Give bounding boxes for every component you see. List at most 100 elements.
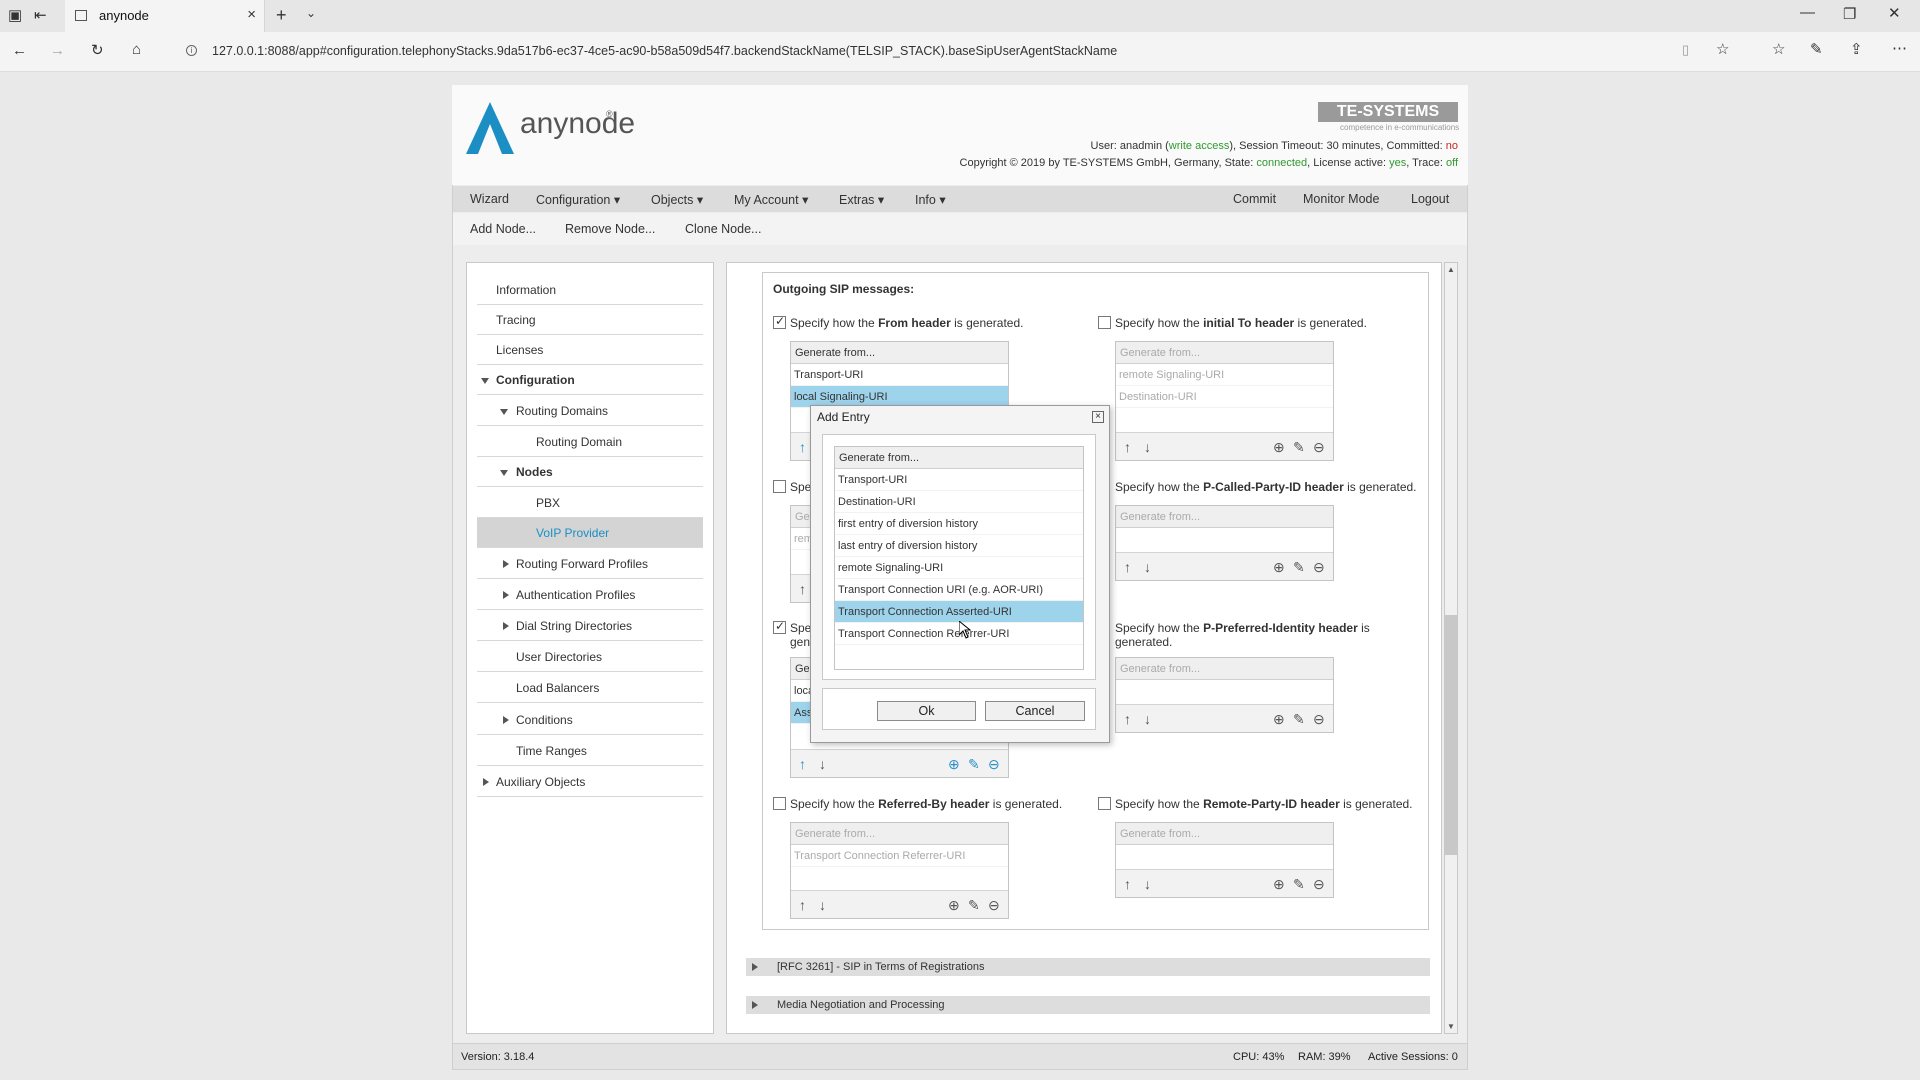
down-arrow-icon[interactable]: ↓	[819, 757, 826, 771]
up-arrow-icon[interactable]: ↑	[1124, 440, 1131, 454]
down-arrow-icon[interactable]: ↓	[819, 898, 826, 912]
pencil-icon[interactable]: ✎	[1293, 560, 1305, 574]
nav-dial-string-directories[interactable]: Dial String Directories	[477, 611, 703, 641]
plus-circle-icon[interactable]: ⊕	[948, 898, 960, 912]
menu-my-account[interactable]: My Account ▾	[734, 192, 808, 207]
referred-by-checkbox[interactable]	[773, 797, 786, 810]
down-arrow-icon[interactable]: ↓	[1144, 712, 1151, 726]
nav-pbx[interactable]: PBX	[477, 488, 703, 518]
nav-tracing[interactable]: Tracing	[477, 305, 703, 335]
nav-nodes[interactable]: Nodes	[477, 457, 703, 487]
down-arrow-icon[interactable]: ↓	[1144, 560, 1151, 574]
option-transport-connection-asserted-uri[interactable]: Transport Connection Asserted-URI	[835, 601, 1083, 623]
nav-routing-forward-profiles[interactable]: Routing Forward Profiles	[477, 549, 703, 579]
favorites-hub-icon[interactable]: ☆	[1772, 40, 1785, 58]
close-window-icon[interactable]: ✕	[1888, 4, 1901, 22]
tab-actions-icon[interactable]: ▣	[8, 6, 22, 24]
scroll-down-icon[interactable]: ▼	[1447, 1022, 1455, 1031]
clone-node-link[interactable]: Clone Node...	[685, 222, 761, 236]
more-menu-icon[interactable]: ⋯	[1892, 39, 1907, 57]
close-icon[interactable]: ×	[1092, 411, 1104, 423]
option-last-diversion[interactable]: last entry of diversion history	[835, 535, 1083, 557]
list-item[interactable]: Transport Connection Referrer-URI	[791, 845, 1008, 867]
forward-icon[interactable]: →	[50, 42, 65, 59]
nav-conditions[interactable]: Conditions	[477, 705, 703, 735]
plus-circle-icon[interactable]: ⊕	[1273, 712, 1285, 726]
option-remote-signaling-uri[interactable]: remote Signaling-URI	[835, 557, 1083, 579]
nav-user-directories[interactable]: User Directories	[477, 642, 703, 672]
up-arrow-icon[interactable]: ↑	[799, 757, 806, 771]
down-arrow-icon[interactable]: ↓	[1144, 877, 1151, 891]
up-arrow-icon[interactable]: ↑	[1124, 560, 1131, 574]
section-rfc3261[interactable]: [RFC 3261] - SIP in Terms of Registratio…	[746, 958, 1430, 976]
ok-button[interactable]: Ok	[877, 701, 976, 721]
refresh-icon[interactable]: ↻	[91, 41, 104, 59]
option-transport-uri[interactable]: Transport-URI	[835, 469, 1083, 491]
list-item[interactable]: remote Signaling-URI	[1116, 364, 1333, 386]
home-icon[interactable]: ⌂	[132, 41, 141, 58]
up-arrow-icon[interactable]: ↑	[1124, 877, 1131, 891]
from-header-checkbox[interactable]	[773, 314, 786, 329]
new-tab-icon[interactable]: +	[276, 5, 287, 26]
minus-circle-icon[interactable]: ⊖	[1313, 712, 1325, 726]
section-media-negotiation[interactable]: Media Negotiation and Processing	[746, 996, 1430, 1014]
remote-party-id-checkbox[interactable]	[1098, 797, 1111, 810]
nav-information[interactable]: Information	[477, 275, 703, 305]
minus-circle-icon[interactable]: ⊖	[988, 757, 1000, 771]
nav-load-balancers[interactable]: Load Balancers	[477, 673, 703, 703]
remote-party-id-list[interactable]: Generate from... ↑ ↓ ⊕ ✎ ⊖	[1115, 822, 1334, 898]
option-destination-uri[interactable]: Destination-URI	[835, 491, 1083, 513]
add-node-link[interactable]: Add Node...	[470, 222, 536, 236]
nav-voip-provider[interactable]: VoIP Provider	[477, 518, 703, 548]
up-arrow-icon[interactable]: ↑	[799, 582, 806, 596]
site-info-icon[interactable]: i	[186, 45, 197, 56]
menu-logout[interactable]: Logout	[1411, 192, 1449, 206]
url-text[interactable]: 127.0.0.1:8088/app#configuration.telepho…	[212, 44, 1117, 58]
minus-circle-icon[interactable]: ⊖	[1313, 560, 1325, 574]
nav-licenses[interactable]: Licenses	[477, 335, 703, 365]
minus-circle-icon[interactable]: ⊖	[1313, 877, 1325, 891]
plus-circle-icon[interactable]: ⊕	[1273, 877, 1285, 891]
lower-left-checkbox[interactable]	[773, 619, 786, 634]
scrollbar-thumb[interactable]	[1445, 615, 1457, 855]
option-first-diversion[interactable]: first entry of diversion history	[835, 513, 1083, 535]
menu-wizard[interactable]: Wizard	[470, 192, 509, 206]
plus-circle-icon[interactable]: ⊕	[1273, 560, 1285, 574]
down-arrow-icon[interactable]: ↓	[1144, 440, 1151, 454]
up-arrow-icon[interactable]: ↑	[799, 898, 806, 912]
option-transport-connection-uri[interactable]: Transport Connection URI (e.g. AOR-URI)	[835, 579, 1083, 601]
favorite-star-icon[interactable]: ☆	[1716, 40, 1729, 58]
to-header-checkbox[interactable]	[1098, 316, 1111, 329]
nav-authentication-profiles[interactable]: Authentication Profiles	[477, 580, 703, 610]
browser-tab[interactable]: anynode ×	[65, 0, 265, 32]
p-preferred-identity-list[interactable]: Generate from... ↑ ↓ ⊕ ✎ ⊖	[1115, 657, 1334, 733]
reading-view-icon[interactable]: ▯	[1682, 42, 1689, 58]
nav-routing-domains[interactable]: Routing Domains	[477, 396, 703, 426]
minus-circle-icon[interactable]: ⊖	[988, 898, 1000, 912]
menu-monitor-mode[interactable]: Monitor Mode	[1303, 192, 1379, 206]
minimize-icon[interactable]: —	[1800, 4, 1815, 21]
nav-time-ranges[interactable]: Time Ranges	[477, 736, 703, 766]
nav-routing-domain[interactable]: Routing Domain	[477, 427, 703, 457]
plus-circle-icon[interactable]: ⊕	[948, 757, 960, 771]
menu-info[interactable]: Info ▾	[915, 192, 946, 207]
pencil-icon[interactable]: ✎	[968, 757, 980, 771]
p-called-party-list[interactable]: Generate from... ↑ ↓ ⊕ ✎ ⊖	[1115, 505, 1334, 581]
list-item[interactable]: Destination-URI	[1116, 386, 1333, 408]
pencil-icon[interactable]: ✎	[1293, 712, 1305, 726]
set-tabs-aside-icon[interactable]: ⇤	[34, 6, 47, 24]
pencil-icon[interactable]: ✎	[1293, 440, 1305, 454]
nav-auxiliary-objects[interactable]: Auxiliary Objects	[477, 767, 703, 797]
close-tab-icon[interactable]: ×	[247, 6, 256, 23]
nav-configuration[interactable]: Configuration	[477, 365, 703, 395]
menu-commit[interactable]: Commit	[1233, 192, 1276, 206]
pen-notes-icon[interactable]: ✎	[1810, 40, 1823, 58]
up-arrow-icon[interactable]: ↑	[1124, 712, 1131, 726]
pencil-icon[interactable]: ✎	[1293, 877, 1305, 891]
remove-node-link[interactable]: Remove Node...	[565, 222, 655, 236]
referred-by-list[interactable]: Generate from... Transport Connection Re…	[790, 822, 1009, 919]
menu-objects[interactable]: Objects ▾	[651, 192, 703, 207]
list-item[interactable]: Transport-URI	[791, 364, 1008, 386]
back-icon[interactable]: ←	[12, 42, 27, 59]
pencil-icon[interactable]: ✎	[968, 898, 980, 912]
